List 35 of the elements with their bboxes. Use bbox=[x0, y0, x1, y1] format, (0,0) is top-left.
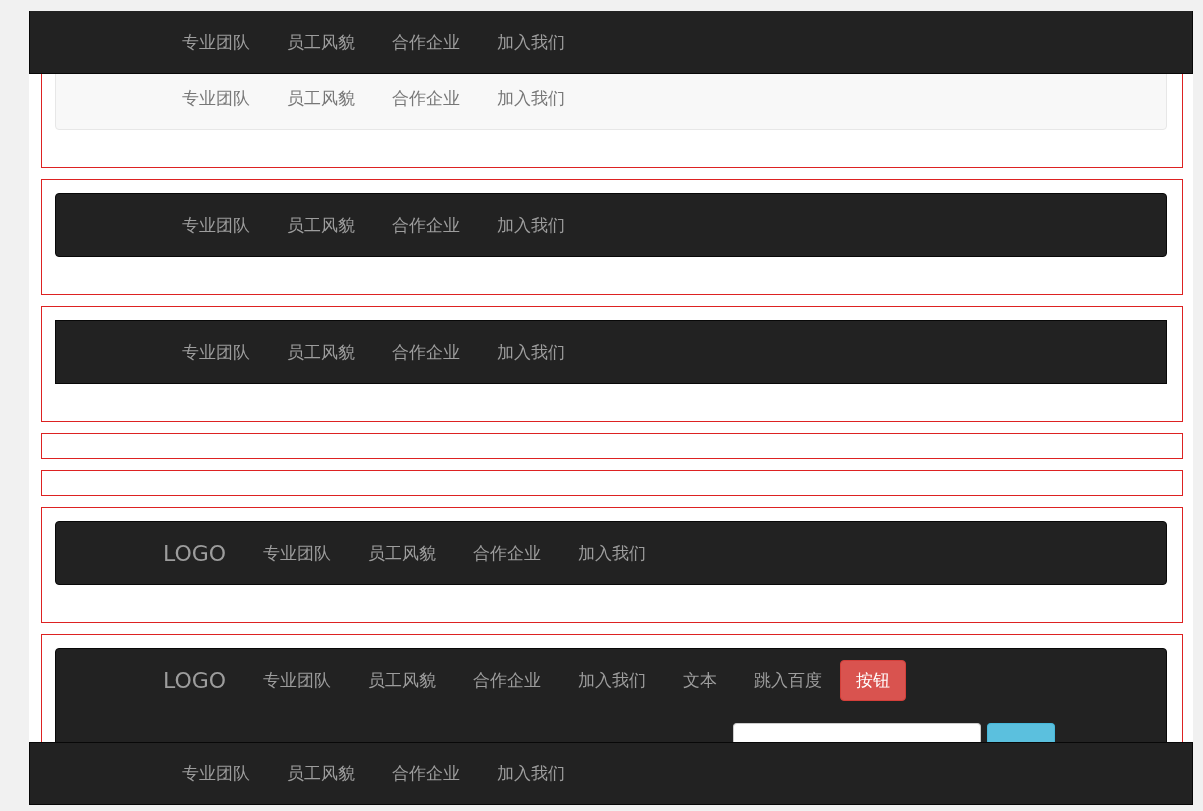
nav-link[interactable]: 员工风貌 bbox=[268, 213, 373, 237]
nav-link[interactable]: 员工风貌 bbox=[349, 668, 455, 692]
nav-link[interactable]: 合作企业 bbox=[454, 668, 560, 692]
nav-link[interactable]: 加入我们 bbox=[559, 541, 665, 565]
nav-link[interactable]: 专业团队 bbox=[163, 762, 268, 785]
submit-button[interactable] bbox=[987, 723, 1055, 744]
nav-link[interactable]: 员工风貌 bbox=[349, 541, 455, 565]
nav-link[interactable]: 员工风貌 bbox=[268, 30, 373, 54]
nav-link[interactable]: 加入我们 bbox=[478, 213, 583, 237]
nav-link[interactable]: 员工风貌 bbox=[268, 762, 373, 785]
nav-button[interactable]: 按钮 bbox=[840, 659, 907, 701]
nav-link[interactable]: 合作企业 bbox=[373, 30, 478, 54]
navbar-brand[interactable]: LOGO bbox=[163, 667, 245, 693]
nav-link[interactable]: 专业团队 bbox=[163, 30, 268, 54]
nav-link[interactable]: 员工风貌 bbox=[268, 86, 373, 110]
nav-text: 文本 bbox=[681, 668, 718, 692]
nav-link[interactable]: 加入我们 bbox=[478, 762, 583, 785]
nav-link[interactable]: 员工风貌 bbox=[268, 340, 373, 364]
nav-link[interactable]: 加入我们 bbox=[478, 340, 583, 364]
nav-link[interactable]: 加入我们 bbox=[559, 668, 665, 692]
nav-link[interactable]: 合作企业 bbox=[373, 86, 478, 110]
nav-link[interactable]: 合作企业 bbox=[373, 762, 478, 785]
input-field[interactable] bbox=[733, 723, 981, 744]
nav-link[interactable]: 专业团队 bbox=[163, 213, 268, 237]
nav-link[interactable]: 加入我们 bbox=[478, 30, 583, 54]
nav-link[interactable]: 专业团队 bbox=[163, 86, 268, 110]
navbar-brand[interactable]: LOGO bbox=[163, 540, 245, 566]
nav-link[interactable]: 跳入百度 bbox=[735, 668, 841, 692]
nav-link[interactable]: 专业团队 bbox=[163, 340, 268, 364]
nav-link[interactable]: 专业团队 bbox=[244, 541, 350, 565]
nav-link[interactable]: 合作企业 bbox=[373, 213, 478, 237]
nav-link[interactable]: 合作企业 bbox=[373, 340, 478, 364]
nav-link[interactable]: 加入我们 bbox=[478, 86, 583, 110]
nav-link[interactable]: 专业团队 bbox=[244, 668, 350, 692]
nav-link[interactable]: 合作企业 bbox=[454, 541, 560, 565]
